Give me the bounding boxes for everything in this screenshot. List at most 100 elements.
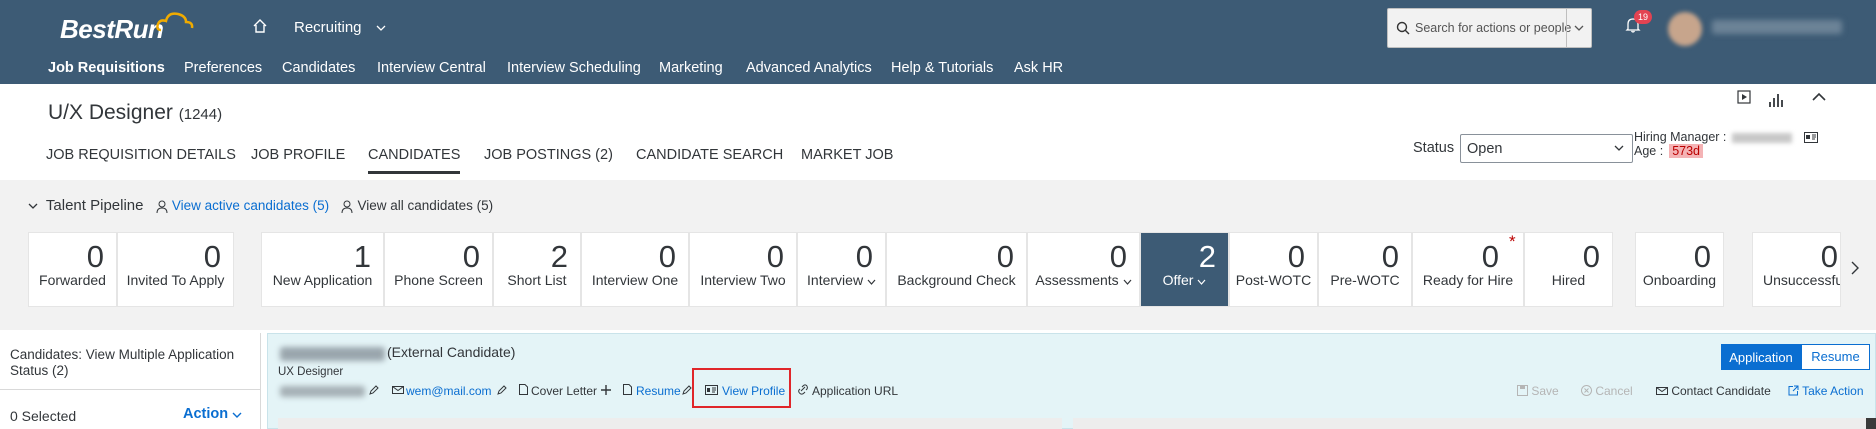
- phone-redacted: [280, 386, 365, 397]
- pipeline-tile-phone-screen[interactable]: 0 Phone Screen: [384, 232, 493, 307]
- nav-interview-central[interactable]: Interview Central: [377, 60, 486, 76]
- application-panel-right: [1073, 418, 1866, 429]
- document-icon: [623, 384, 632, 398]
- pipeline-tile-onboarding[interactable]: 0 Onboarding: [1635, 232, 1724, 307]
- cloud-icon: [156, 12, 194, 32]
- nav-candidates[interactable]: Candidates: [282, 60, 355, 76]
- req-id: (1244): [178, 106, 223, 123]
- pipeline-tile-unsuccessful[interactable]: 0 Unsuccessfu: [1752, 232, 1841, 307]
- nav-help-tutorials[interactable]: Help & Tutorials: [891, 60, 993, 76]
- pipeline-tile-short-list[interactable]: 2 Short List: [493, 232, 581, 307]
- collapse-icon[interactable]: [1812, 92, 1826, 102]
- action-menu-button[interactable]: Action: [183, 406, 242, 422]
- avatar[interactable]: [1668, 12, 1702, 46]
- email-icon: [1656, 387, 1668, 395]
- document-icon: [519, 384, 528, 398]
- search-input[interactable]: Search for actions or people: [1415, 21, 1571, 35]
- pipeline-tile-pre-wotc[interactable]: 0 Pre-WOTC: [1318, 232, 1412, 307]
- status-select[interactable]: Open: [1460, 134, 1633, 163]
- resume-link[interactable]: Resume: [636, 384, 681, 398]
- pipeline-tile-interview-two[interactable]: 0 Interview Two: [689, 232, 797, 307]
- nav-preferences[interactable]: Preferences: [184, 60, 262, 76]
- search-box[interactable]: Search for actions or people: [1387, 8, 1592, 48]
- nav-interview-scheduling[interactable]: Interview Scheduling: [507, 60, 641, 76]
- chart-icon[interactable]: [1768, 92, 1784, 108]
- status-label: Status: [1413, 140, 1455, 156]
- sidebar-title[interactable]: Candidates: View Multiple Application St…: [10, 347, 260, 379]
- candidate-list-sidebar: Candidates: View Multiple Application St…: [0, 333, 261, 429]
- search-icon: [1396, 21, 1410, 35]
- scrollbar[interactable]: [1866, 418, 1876, 429]
- person-icon: [156, 200, 168, 213]
- application-url-link[interactable]: Application URL: [812, 384, 898, 398]
- tab-job-postings[interactable]: JOB POSTINGS (2): [484, 147, 613, 163]
- pipeline-tile-post-wotc[interactable]: 0 Post-WOTC: [1229, 232, 1318, 307]
- chevron-down-icon: [1574, 25, 1584, 31]
- hiring-manager-name-redacted: [1732, 132, 1793, 143]
- link-icon: [798, 384, 808, 398]
- edit-phone-icon[interactable]: [369, 384, 379, 398]
- email-link[interactable]: wem@mail.com: [406, 384, 492, 398]
- chevron-down-icon: [1614, 145, 1624, 151]
- pipeline-tile-interview-one[interactable]: 0 Interview One: [581, 232, 689, 307]
- age-badge: 573d: [1669, 144, 1703, 158]
- save-icon: [1517, 385, 1528, 396]
- chevron-down-icon[interactable]: [28, 203, 38, 209]
- candidate-type: (External Candidate): [387, 344, 516, 360]
- object-header: [0, 84, 1876, 180]
- candidate-role: UX Designer: [278, 366, 344, 378]
- cancel-icon: [1581, 385, 1592, 396]
- pipeline-tile-offer[interactable]: 2 Offer: [1140, 232, 1229, 307]
- divider: [0, 389, 260, 390]
- application-button[interactable]: Application: [1721, 344, 1801, 370]
- chevron-down-icon: [1197, 279, 1206, 285]
- home-icon[interactable]: [252, 18, 268, 37]
- chevron-down-icon: [376, 25, 386, 31]
- tab-candidate-search[interactable]: CANDIDATE SEARCH: [636, 147, 783, 163]
- selected-count: 0 Selected: [10, 408, 77, 424]
- edit-resume-icon[interactable]: [682, 384, 692, 398]
- nav-ask-hr[interactable]: Ask HR: [1014, 60, 1063, 76]
- person-icon: [341, 200, 353, 213]
- required-asterisk-icon: *: [1509, 232, 1516, 251]
- pipeline-tile-invited-to-apply[interactable]: 0 Invited To Apply: [117, 232, 234, 307]
- view-all-candidates-link[interactable]: View all candidates (5): [358, 198, 494, 213]
- take-action-button[interactable]: Take Action: [1788, 384, 1864, 398]
- add-cover-letter-icon[interactable]: [601, 384, 611, 398]
- nav-job-requisitions[interactable]: Job Requisitions: [48, 60, 165, 76]
- resume-button[interactable]: Resume: [1801, 344, 1870, 370]
- hiring-manager-info: Hiring Manager : Age :573d: [1634, 130, 1818, 158]
- save-button[interactable]: Save: [1517, 384, 1559, 398]
- module-switcher[interactable]: Recruiting: [294, 19, 386, 36]
- pipeline-tile-hired[interactable]: 0 Hired: [1524, 232, 1613, 307]
- company-logo[interactable]: BestRun: [60, 12, 194, 45]
- user-name-redacted[interactable]: [1712, 20, 1842, 34]
- talent-pipeline-header: Talent Pipeline View active candidates (…: [28, 197, 493, 214]
- application-panel-left: [278, 418, 1062, 429]
- tab-candidates[interactable]: CANDIDATES: [368, 147, 461, 174]
- search-scope-dropdown[interactable]: [1566, 9, 1591, 47]
- pipeline-tile-forwarded[interactable]: 0 Forwarded: [28, 232, 117, 307]
- nav-advanced-analytics[interactable]: Advanced Analytics: [746, 60, 872, 76]
- email-icon: [392, 384, 404, 398]
- pipeline-tile-background-check[interactable]: 0 Background Check: [886, 232, 1027, 307]
- cancel-button[interactable]: Cancel: [1581, 384, 1633, 398]
- chevron-down-icon: [867, 279, 876, 285]
- pipeline-tile-interview[interactable]: 0 Interview: [797, 232, 886, 307]
- tab-job-requisition-details[interactable]: JOB REQUISITION DETAILS: [46, 147, 236, 163]
- pipeline-tile-new-application[interactable]: 1 New Application: [261, 232, 384, 307]
- page-title: U/X Designer (1244): [48, 101, 223, 124]
- contact-card-icon[interactable]: [1803, 132, 1818, 144]
- view-active-candidates-link[interactable]: View active candidates (5): [172, 198, 329, 213]
- pipeline-tile-assessments[interactable]: 0 Assessments: [1027, 232, 1140, 307]
- tab-job-profile[interactable]: JOB PROFILE: [251, 147, 345, 163]
- presentation-icon[interactable]: [1737, 90, 1751, 104]
- external-link-icon: [1788, 385, 1799, 396]
- contact-candidate-button[interactable]: Contact Candidate: [1656, 384, 1771, 398]
- nav-marketing[interactable]: Marketing: [659, 60, 723, 76]
- pipeline-tile-ready-for-hire[interactable]: 0 Ready for Hire: [1412, 232, 1524, 307]
- cover-letter-link[interactable]: Cover Letter: [531, 384, 597, 398]
- edit-email-icon[interactable]: [497, 384, 507, 398]
- chevron-right-icon[interactable]: [1851, 261, 1859, 275]
- tab-market-job[interactable]: MARKET JOB: [801, 147, 893, 163]
